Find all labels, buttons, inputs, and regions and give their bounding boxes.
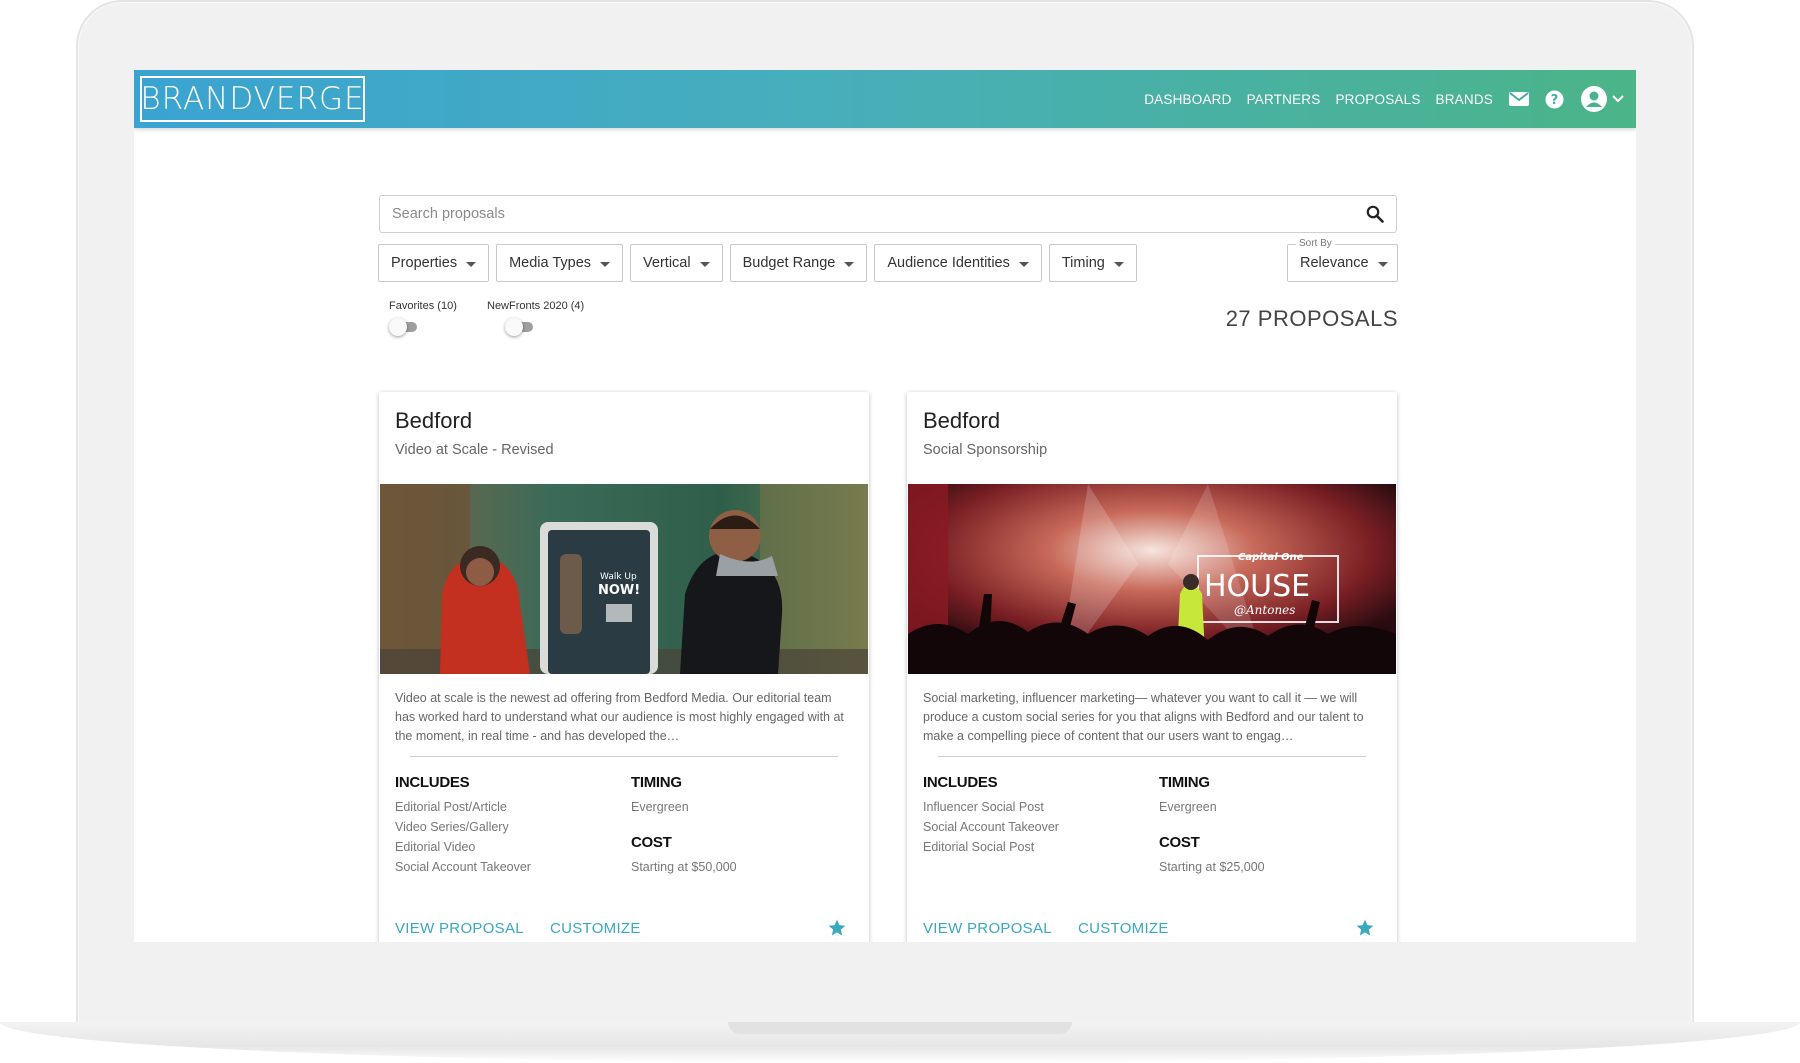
caret-down-icon — [844, 262, 855, 267]
filter-label: Vertical — [643, 255, 691, 271]
proposal-card[interactable]: Bedford Social Sponsorship Capital One H… — [907, 392, 1397, 942]
proposal-card[interactable]: Bedford Video at Scale - Revised Walk Up — [379, 392, 869, 942]
image-overlay-text: Capital One — [1238, 552, 1304, 563]
nav-link-dashboard[interactable]: DASHBOARD — [1144, 92, 1231, 107]
chevron-down-icon[interactable] — [1612, 95, 1624, 103]
cost-value: Starting at $50,000 — [631, 860, 737, 874]
card-description: Social marketing, influencer marketing— … — [923, 691, 1364, 743]
toggle-newfronts: NewFronts 2020 (4) — [487, 300, 585, 336]
includes-heading: INCLUDES — [923, 774, 998, 791]
filter-label: Media Types — [509, 255, 592, 271]
image-overlay-text: Walk Up — [600, 572, 637, 582]
laptop-notch — [728, 1022, 1072, 1034]
brand-logo[interactable]: BRANDVERGE — [140, 76, 365, 122]
mail-icon[interactable] — [1509, 91, 1529, 107]
favorite-star-icon[interactable] — [827, 918, 847, 942]
toggle-knob — [389, 318, 407, 336]
includes-heading: INCLUDES — [395, 774, 470, 791]
filter-timing[interactable]: Timing — [1048, 244, 1137, 282]
toggle-favorites: Favorites (10) — [389, 300, 457, 336]
includes-list: Editorial Post/Article Video Series/Gall… — [395, 797, 531, 877]
include-item: Editorial Social Post — [923, 840, 1035, 854]
timing-heading: TIMING — [1159, 774, 1210, 791]
account-icon[interactable] — [1580, 85, 1608, 113]
caret-down-icon — [600, 262, 611, 267]
sort-value: Relevance — [1300, 255, 1369, 271]
card-actions: VIEW PROPOSAL CUSTOMIZE — [395, 920, 667, 937]
include-item: Social Account Takeover — [395, 860, 531, 874]
nav-link-proposals[interactable]: PROPOSALS — [1335, 92, 1420, 107]
toggle-knob — [505, 318, 523, 336]
caret-down-icon — [1377, 262, 1388, 267]
card-divider — [410, 756, 838, 757]
caret-down-icon — [1018, 262, 1029, 267]
top-navbar: BRANDVERGE DASHBOARD PARTNERS PROPOSALS … — [134, 70, 1636, 128]
card-image[interactable]: Capital One HOUSE @Antones — [908, 484, 1396, 674]
image-overlay-text: NOW! — [598, 583, 640, 598]
cost-value: Starting at $25,000 — [1159, 860, 1265, 874]
filter-properties[interactable]: Properties — [378, 244, 490, 282]
timing-value: Evergreen — [631, 800, 689, 814]
card-brand: Bedford — [395, 408, 473, 433]
toggle-switch-newfronts[interactable] — [505, 318, 533, 336]
favorite-star-icon[interactable] — [1355, 918, 1375, 942]
sort-select[interactable]: Sort By Relevance — [1287, 238, 1398, 282]
nav-link-partners[interactable]: PARTNERS — [1247, 92, 1321, 107]
toggle-switch-favorites[interactable] — [389, 318, 417, 336]
svg-text:?: ? — [1551, 93, 1559, 108]
nav-links: DASHBOARD PARTNERS PROPOSALS BRANDS ? — [1129, 85, 1624, 113]
nav-link-brands[interactable]: BRANDS — [1436, 92, 1493, 107]
caret-down-icon — [699, 262, 710, 267]
card-divider — [938, 756, 1366, 757]
filter-vertical[interactable]: Vertical — [630, 244, 723, 282]
card-image[interactable]: Walk Up NOW! — [380, 484, 868, 674]
filter-label: Properties — [391, 255, 458, 271]
view-proposal-button[interactable]: VIEW PROPOSAL — [923, 920, 1052, 937]
filter-label: Audience Identities — [887, 255, 1010, 271]
customize-button[interactable]: CUSTOMIZE — [550, 920, 641, 937]
card-subtitle: Video at Scale - Revised — [395, 442, 554, 458]
cost-heading: COST — [1159, 834, 1200, 851]
timing-value: Evergreen — [1159, 800, 1217, 814]
app-screen: BRANDVERGE DASHBOARD PARTNERS PROPOSALS … — [134, 70, 1636, 942]
filter-media-types[interactable]: Media Types — [496, 244, 624, 282]
sort-label: Sort By — [1296, 238, 1335, 249]
include-item: Editorial Post/Article — [395, 800, 507, 814]
cost-heading: COST — [631, 834, 672, 851]
filter-bar: Properties Media Types Vertical Budget R… — [378, 244, 1144, 282]
proposal-count: 27 PROPOSALS — [1225, 306, 1398, 331]
view-proposal-button[interactable]: VIEW PROPOSAL — [395, 920, 524, 937]
card-brand: Bedford — [923, 408, 1001, 433]
includes-list: Influencer Social Post Social Account Ta… — [923, 797, 1059, 857]
include-item: Social Account Takeover — [923, 820, 1059, 834]
include-item: Influencer Social Post — [923, 800, 1044, 814]
search-input[interactable] — [380, 196, 1396, 232]
image-overlay-text: HOUSE — [1204, 569, 1310, 604]
filter-budget-range[interactable]: Budget Range — [729, 244, 868, 282]
include-item: Video Series/Gallery — [395, 820, 509, 834]
filter-label: Timing — [1061, 255, 1105, 271]
search-icon[interactable] — [1366, 205, 1384, 228]
customize-button[interactable]: CUSTOMIZE — [1078, 920, 1169, 937]
timing-heading: TIMING — [631, 774, 682, 791]
toggle-label: NewFronts 2020 (4) — [487, 300, 585, 312]
caret-down-icon — [1113, 262, 1124, 267]
caret-down-icon — [466, 262, 477, 267]
card-description: Video at scale is the newest ad offering… — [395, 691, 844, 743]
search-bar — [379, 195, 1397, 233]
card-actions: VIEW PROPOSAL CUSTOMIZE — [923, 920, 1195, 937]
filter-label: Budget Range — [742, 255, 836, 271]
include-item: Editorial Video — [395, 840, 476, 854]
toggle-label: Favorites (10) — [389, 300, 457, 312]
image-overlay-text: @Antones — [1234, 603, 1295, 617]
filter-audience-identities[interactable]: Audience Identities — [874, 244, 1042, 282]
card-subtitle: Social Sponsorship — [923, 442, 1048, 458]
help-icon[interactable]: ? — [1545, 90, 1564, 109]
